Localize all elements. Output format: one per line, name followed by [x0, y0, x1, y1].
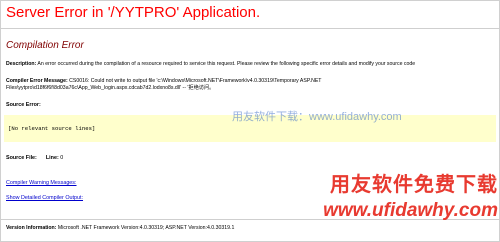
watermark-logo: 用友软件免费下载 www.ufidawhy.com [318, 168, 498, 238]
source-error-code: [No relevant source lines] [8, 125, 96, 132]
compiler-error-row: Compiler Error Message: CS0016: Could no… [6, 78, 321, 85]
line-label: Line: [45, 155, 59, 161]
source-error-label: Source Error: [6, 102, 41, 108]
version-text: Microsoft .NET Framework Version:4.0.303… [57, 225, 235, 231]
source-file-label: Source File: [6, 155, 37, 161]
watermark-logo-url: www.ufidawhy.com [323, 200, 498, 221]
section-title: Compilation Error [6, 40, 84, 51]
watermark-logo-title: 用友软件免费下载 [330, 174, 498, 196]
compiler-error-text-line2: Files\yytpro\d18f6f6f\8d03a76c\App_Web_l… [6, 85, 215, 91]
description-text: An error occurred during the compilation… [37, 61, 416, 67]
detailed-compiler-output-link[interactable]: Show Detailed Compiler Output: [6, 195, 83, 201]
description-row: Description: An error occurred during th… [6, 61, 415, 68]
source-file-row: Source File: Line: 0 [6, 155, 63, 161]
compiler-error-text-line1: CS0016: Could not write to output file '… [69, 78, 322, 84]
description-label: Description: [6, 61, 37, 67]
compiler-error-label: Compiler Error Message: [6, 78, 68, 84]
watermark-center: 用友软件下载：www.ufidawhy.com [232, 111, 402, 123]
title-divider [0, 28, 500, 29]
version-info: Version Information: Microsoft .NET Fram… [6, 225, 234, 231]
line-value: 0 [60, 155, 64, 161]
compiler-warnings-link[interactable]: Compiler Warning Messages: [6, 180, 77, 186]
version-label: Version Information: [6, 225, 57, 231]
page-title: Server Error in '/YYTPRO' Application. [6, 4, 261, 21]
